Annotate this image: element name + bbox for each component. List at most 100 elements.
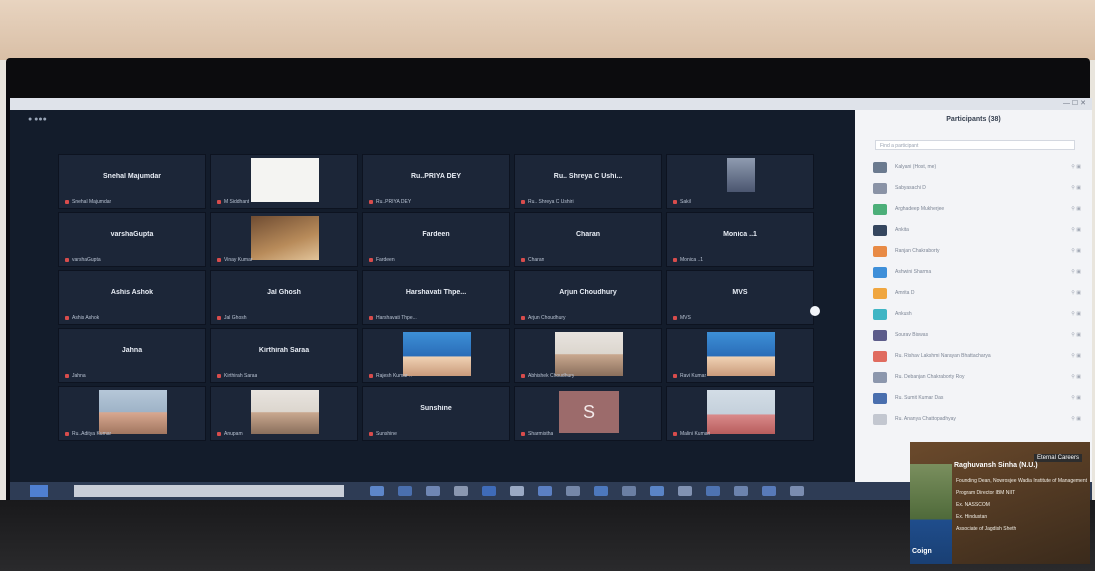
- participant-tile[interactable]: Ru..PRIYA DEY Ru..PRIYA DEY: [362, 154, 510, 209]
- participant-list-item[interactable]: Arghadeep Mukherjee ⚲ ▣: [873, 202, 1083, 218]
- participant-list-item[interactable]: Ru. Rishav Lakshmi Narayan Bhattacharya ⚲…: [873, 349, 1083, 365]
- participant-list-item[interactable]: Sabyasachi D ⚲ ▣: [873, 181, 1083, 197]
- mic-camera-icon[interactable]: ⚲ ▣: [1071, 248, 1081, 254]
- speaker-video-overlay: Eternal Careers Raghuvansh Sinha (N.U.) …: [910, 442, 1090, 564]
- participant-list-item[interactable]: Sourav Biswas ⚲ ▣: [873, 328, 1083, 344]
- participant-tile[interactable]: Ravi Kumar: [666, 328, 814, 383]
- participant-tile[interactable]: Snehal Majumdar Snehal Majumdar: [58, 154, 206, 209]
- taskbar-app-icon[interactable]: [594, 486, 608, 496]
- taskbar-app-icon[interactable]: [706, 486, 720, 496]
- meeting-gallery: ● ●●● Snehal Majumdar Snehal Majumdar M Si…: [10, 110, 855, 482]
- participant-label: Sakil: [673, 199, 691, 205]
- taskbar-search-input[interactable]: [74, 485, 344, 497]
- participant-search-input[interactable]: Find a participant: [875, 140, 1075, 150]
- participant-label-text: Sunshine: [376, 431, 397, 437]
- participant-tile[interactable]: Kirthirah Saraa Kirthirah Saraa: [210, 328, 358, 383]
- mic-camera-icon[interactable]: ⚲ ▣: [1071, 185, 1081, 191]
- taskbar-app-icon[interactable]: [650, 486, 664, 496]
- participant-video: [555, 332, 623, 376]
- taskbar-app-icon[interactable]: [426, 486, 440, 496]
- participant-tile[interactable]: Charan Charan: [514, 212, 662, 267]
- participant-tile[interactable]: Fardeen Fardeen: [362, 212, 510, 267]
- participant-list-item[interactable]: Ru. Debanjan Chakraborty Roy ⚲ ▣: [873, 370, 1083, 386]
- participant-label-text: Jal Ghosh: [224, 315, 247, 321]
- mic-camera-icon[interactable]: ⚲ ▣: [1071, 227, 1081, 233]
- avatar: [873, 267, 887, 278]
- mic-camera-icon[interactable]: ⚲ ▣: [1071, 206, 1081, 212]
- mic-camera-icon[interactable]: ⚲ ▣: [1071, 416, 1081, 422]
- mic-camera-icon[interactable]: ⚲ ▣: [1071, 374, 1081, 380]
- participant-video: [707, 390, 775, 434]
- participant-tile[interactable]: Sakil: [666, 154, 814, 209]
- participant-list-item[interactable]: Kalyani (Host, me) ⚲ ▣: [873, 160, 1083, 176]
- participant-list-item[interactable]: Ankita ⚲ ▣: [873, 223, 1083, 239]
- participant-tile[interactable]: Vinay Kumar: [210, 212, 358, 267]
- taskbar-app-icon[interactable]: [398, 486, 412, 496]
- participant-label-text: Ru.. Shreya C Ushiri: [528, 199, 574, 205]
- participant-tile[interactable]: Abhishek Choudhury: [514, 328, 662, 383]
- mic-muted-icon: [217, 199, 221, 204]
- participant-tile[interactable]: Sunshine Sunshine: [362, 386, 510, 441]
- mic-camera-icon[interactable]: ⚲ ▣: [1071, 395, 1081, 401]
- participant-tile[interactable]: Ashis Ashok Ashis Ashok: [58, 270, 206, 325]
- participant-tile[interactable]: Rajesh Kumar ..: [362, 328, 510, 383]
- avatar: [873, 330, 887, 341]
- participants-panel: Participants (38) Find a participant Kal…: [855, 110, 1092, 482]
- taskbar-app-icon[interactable]: [566, 486, 580, 496]
- mic-camera-icon[interactable]: ⚲ ▣: [1071, 269, 1081, 275]
- taskbar-app-icon[interactable]: [678, 486, 692, 496]
- participant-tile[interactable]: Malini Kumari: [666, 386, 814, 441]
- taskbar-app-icon[interactable]: [538, 486, 552, 496]
- mic-muted-icon: [521, 373, 525, 378]
- participant-label-text: Charan: [528, 257, 545, 263]
- taskbar-app-icon[interactable]: [510, 486, 524, 496]
- participant-video: [251, 390, 319, 434]
- taskbar-app-icon[interactable]: [370, 486, 384, 496]
- mic-muted-icon: [369, 199, 373, 204]
- start-icon[interactable]: [30, 485, 48, 497]
- participant-list-name: Amrita D: [895, 290, 915, 296]
- participant-list-item[interactable]: Ru. Sumit Kumar Das ⚲ ▣: [873, 391, 1083, 407]
- participant-list-item[interactable]: Ranjan Chakraborty ⚲ ▣: [873, 244, 1083, 260]
- participant-tile[interactable]: Jahna Jahna: [58, 328, 206, 383]
- mic-camera-icon[interactable]: ⚲ ▣: [1071, 332, 1081, 338]
- participant-tile[interactable]: S Sharmistha: [514, 386, 662, 441]
- participant-tile[interactable]: Arjun Choudhury Arjun Choudhury: [514, 270, 662, 325]
- taskbar-app-icon[interactable]: [762, 486, 776, 496]
- participant-tile[interactable]: Ru..Aditya Kumar: [58, 386, 206, 441]
- mic-camera-icon[interactable]: ⚲ ▣: [1071, 353, 1081, 359]
- participant-name: Sunshine: [420, 405, 452, 412]
- participant-list-item[interactable]: Ru. Ananya Chattopadhyay ⚲ ▣: [873, 412, 1083, 428]
- taskbar-app-icon[interactable]: [482, 486, 496, 496]
- participant-label: Sunshine: [369, 431, 397, 437]
- participant-name: MVS: [732, 289, 748, 296]
- mic-camera-icon[interactable]: ⚲ ▣: [1071, 164, 1081, 170]
- participant-name: Snehal Majumdar: [103, 173, 161, 180]
- participant-label-text: Sakil: [680, 199, 691, 205]
- participant-tile[interactable]: Ru.. Shreya C Ushi... Ru.. Shreya C Ushir…: [514, 154, 662, 209]
- participant-list-item[interactable]: Amrita D ⚲ ▣: [873, 286, 1083, 302]
- participant-tile[interactable]: Jal Ghosh Jal Ghosh: [210, 270, 358, 325]
- mic-muted-icon: [217, 431, 221, 436]
- mic-muted-icon: [521, 315, 525, 320]
- taskbar-app-icon[interactable]: [734, 486, 748, 496]
- participant-tile[interactable]: Monica ..1 Monica ..1: [666, 212, 814, 267]
- participant-tile[interactable]: Anupam: [210, 386, 358, 441]
- window-titlebar: — ☐ ✕: [10, 98, 1092, 110]
- participant-tile[interactable]: varshaGupta varshaGupta: [58, 212, 206, 267]
- mic-camera-icon[interactable]: ⚲ ▣: [1071, 290, 1081, 296]
- participant-tile[interactable]: M Siddhant: [210, 154, 358, 209]
- mic-camera-icon[interactable]: ⚲ ▣: [1071, 311, 1081, 317]
- participant-list-item[interactable]: Ankush ⚲ ▣: [873, 307, 1083, 323]
- taskbar-app-icon[interactable]: [454, 486, 468, 496]
- window-controls[interactable]: — ☐ ✕: [1063, 99, 1086, 107]
- meeting-info-icon[interactable]: ● ●●●: [28, 116, 47, 123]
- participant-list-item[interactable]: Ashwini Sharma ⚲ ▣: [873, 265, 1083, 281]
- taskbar-app-icon[interactable]: [790, 486, 804, 496]
- taskbar-app-icon[interactable]: [622, 486, 636, 496]
- participant-tile[interactable]: Harshavati Thpe... Harshavati Thpe...: [362, 270, 510, 325]
- participant-tile[interactable]: MVS MVS: [666, 270, 814, 325]
- participant-label-text: Ru..PRIYA DEY: [376, 199, 412, 205]
- mic-muted-icon: [521, 257, 525, 262]
- participant-name: Harshavati Thpe...: [405, 289, 467, 296]
